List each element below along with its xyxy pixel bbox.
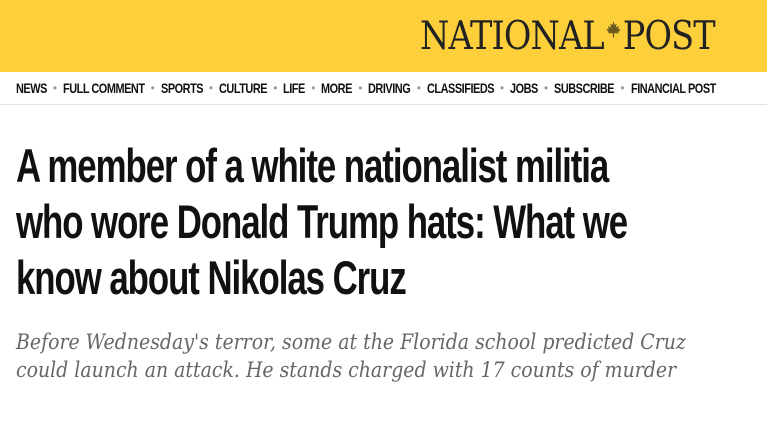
nav-separator: • [208, 81, 214, 95]
nav-separator: • [273, 81, 278, 95]
nav-item-wrapper: FINANCIAL POST [631, 80, 716, 96]
national-post-logo[interactable]: NATIONAL POST [420, 13, 716, 59]
article-deck: Before Wednesday's terror, some at the F… [16, 330, 686, 382]
nav-item-jobs[interactable]: JOBS [510, 80, 538, 96]
main-navigation: NEWS • FULL COMMENT • SPORTS • CULTURE • LIFE • MO… [0, 72, 767, 105]
nav-item-classifieds[interactable]: CLASSIFIEDS [427, 80, 495, 96]
nav-item-more[interactable]: MORE [321, 80, 352, 96]
nav-item-news[interactable]: NEWS [16, 80, 47, 96]
nav-separator: • [311, 81, 316, 95]
nav-item-financial-post[interactable]: FINANCIAL POST [631, 80, 716, 96]
nav-separator: • [499, 81, 505, 95]
nav-item-wrapper: SUBSCRIBE [554, 80, 615, 96]
nav-item-wrapper: JOBS [510, 80, 538, 96]
nav-item-life[interactable]: LIFE [283, 80, 305, 96]
logo-text-post: POST [622, 13, 716, 59]
nav-separator: • [544, 81, 549, 95]
nav-item-full-comment[interactable]: FULL COMMENT [63, 80, 145, 96]
nav-separator: • [358, 81, 363, 95]
nav-item-culture[interactable]: CULTURE [219, 80, 268, 96]
nav-item-wrapper: FULL COMMENT [63, 80, 145, 96]
nav-item-wrapper: MORE [321, 80, 352, 96]
nav-separator: • [150, 81, 155, 95]
nav-separator: • [620, 81, 625, 95]
nav-item-sports[interactable]: SPORTS [161, 80, 204, 96]
nav-item-subscribe[interactable]: SUBSCRIBE [554, 80, 615, 96]
nav-item-wrapper: DRIVING [368, 80, 411, 96]
nav-item-wrapper: LIFE [283, 80, 305, 96]
masthead: NATIONAL POST [0, 0, 767, 72]
article-headline: A member of a white nationalist militia … [16, 139, 628, 304]
nav-separator: • [416, 81, 421, 95]
nav-item-wrapper: CLASSIFIEDS [427, 80, 495, 96]
nav-separator: • [52, 81, 58, 95]
nav-item-wrapper: NEWS [16, 80, 47, 96]
maple-leaf-icon [605, 21, 621, 38]
logo-text-national: NATIONAL [420, 13, 605, 59]
nav-item-driving[interactable]: DRIVING [368, 80, 411, 96]
nav-item-wrapper: SPORTS [161, 80, 204, 96]
nav-item-wrapper: CULTURE [219, 80, 268, 96]
